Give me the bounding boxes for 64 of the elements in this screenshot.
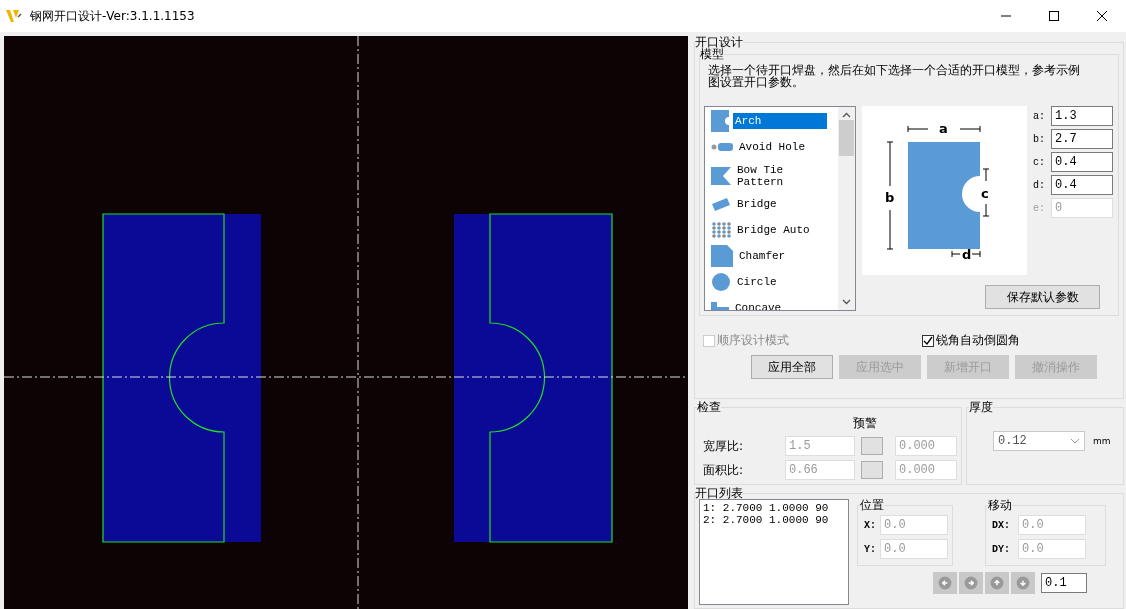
unit-label: mm bbox=[1093, 436, 1111, 446]
rounded-bar-icon bbox=[711, 142, 733, 152]
param-label: a: bbox=[1033, 110, 1046, 122]
group-title: 开口设计 bbox=[695, 36, 743, 48]
circle-icon bbox=[711, 272, 731, 292]
chevron-down-icon bbox=[1070, 438, 1080, 444]
model-item[interactable]: Avoid Hole bbox=[705, 134, 838, 160]
checkmark-icon bbox=[922, 335, 933, 346]
model-item[interactable]: Bridge Auto bbox=[705, 217, 838, 243]
coordinate-label: X: bbox=[864, 519, 876, 531]
coordinate-label: DY: bbox=[992, 543, 1011, 555]
param-field[interactable]: 0.4 bbox=[1051, 152, 1113, 172]
group-title: 模型 bbox=[700, 48, 724, 60]
arrow-circle-icon bbox=[1016, 576, 1030, 590]
ratio-label: 面积比: bbox=[703, 461, 745, 479]
coordinate-label: Y: bbox=[864, 543, 876, 555]
notched-flag-icon bbox=[711, 166, 731, 185]
param-label: b: bbox=[1033, 133, 1046, 145]
model-item[interactable]: Bridge bbox=[705, 191, 838, 217]
param-field[interactable]: 0.4 bbox=[1051, 175, 1113, 195]
model-item[interactable]: Circle bbox=[705, 269, 838, 295]
param-label: e: bbox=[1033, 202, 1046, 214]
maximize-icon bbox=[1049, 11, 1059, 21]
close-icon bbox=[1097, 11, 1107, 21]
opening-item[interactable]: 2: 2.7000 1.0000 90 bbox=[703, 514, 845, 526]
action-button[interactable]: 应用全部 bbox=[751, 355, 833, 379]
description-text: 选择一个待开口焊盘，然后在如下选择一个合适的开口模型，参考示例图设置开口参数。 bbox=[708, 64, 1081, 88]
scroll-down-icon bbox=[842, 299, 851, 305]
save-defaults-button[interactable]: 保存默认参数 bbox=[985, 285, 1100, 309]
group-title: 移动 bbox=[988, 499, 1012, 511]
pad-shape[interactable] bbox=[454, 213, 613, 543]
param-label: d: bbox=[1033, 179, 1046, 191]
app-logo-icon bbox=[6, 9, 22, 23]
group-title: 位置 bbox=[860, 499, 884, 511]
arrow-circle-icon bbox=[938, 576, 952, 590]
model-item[interactable]: Chamfer bbox=[705, 243, 838, 269]
dot-grid-icon bbox=[711, 221, 731, 239]
coordinate-label: DX: bbox=[992, 519, 1011, 531]
scroll-up-icon bbox=[842, 112, 851, 118]
warning-color-button[interactable] bbox=[861, 461, 883, 479]
warning-color-button[interactable] bbox=[861, 437, 883, 455]
arrow-circle-icon bbox=[990, 576, 1004, 590]
arrow-circle-icon bbox=[964, 576, 978, 590]
opening-item[interactable]: 1: 2.7000 1.0000 90 bbox=[703, 502, 845, 514]
arch-model-icon bbox=[711, 110, 729, 132]
pad-shape[interactable] bbox=[102, 213, 261, 543]
group-title: 开口列表 bbox=[695, 487, 743, 499]
model-item[interactable]: Bow Tie Pattern bbox=[705, 160, 838, 191]
scrollbar[interactable] bbox=[838, 107, 855, 310]
param-field[interactable]: 2.7 bbox=[1051, 129, 1113, 149]
step-field[interactable]: 0.1 bbox=[1041, 573, 1087, 593]
warning-label: 预警 bbox=[853, 415, 877, 432]
group-title: 检查 bbox=[697, 401, 721, 413]
window-title: 钢网开口设计-Ver:3.1.1.1153 bbox=[30, 7, 196, 25]
tilted-bar-icon bbox=[711, 197, 731, 211]
arch-diagram: a b c d bbox=[862, 106, 1027, 275]
ratio-label: 宽厚比: bbox=[703, 437, 745, 455]
thickness-dropdown[interactable]: 0.12 bbox=[993, 431, 1085, 451]
param-field[interactable]: 1.3 bbox=[1051, 106, 1113, 126]
group-title: 厚度 bbox=[969, 401, 993, 413]
model-item[interactable]: Arch bbox=[705, 108, 838, 134]
param-label: c: bbox=[1033, 156, 1046, 168]
scrollbar-thumb[interactable] bbox=[839, 120, 854, 156]
checkbox[interactable]: 锐角自动倒圆角 bbox=[921, 332, 1119, 349]
